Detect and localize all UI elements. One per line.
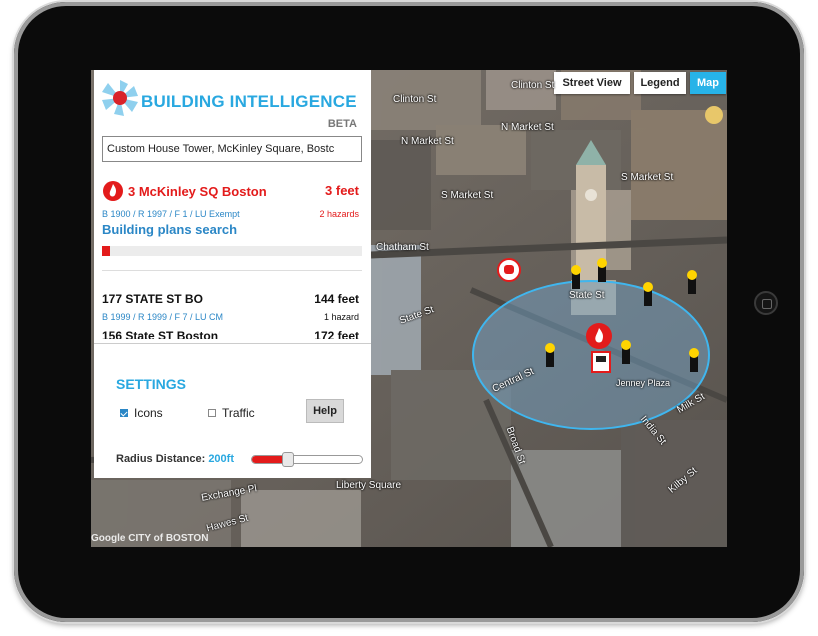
- icons-toggle[interactable]: Icons: [120, 406, 163, 420]
- pegman-icon[interactable]: [704, 105, 724, 125]
- plans-progress-bar: [102, 246, 362, 256]
- selected-building-address[interactable]: 3 McKinley SQ Boston: [128, 184, 267, 199]
- radius-value: 200ft: [208, 453, 234, 465]
- street-label: N Market St: [401, 136, 454, 147]
- result-address[interactable]: 156 State ST Boston: [102, 329, 218, 339]
- beta-badge: BETA: [327, 118, 357, 130]
- selected-building-meta: B 1900 / R 1997 / F 1 / LU Exempt: [102, 209, 240, 219]
- traffic-checkbox[interactable]: [208, 409, 216, 417]
- results-list[interactable]: 177 STATE ST BO 144 feet B 1999 / R 1999…: [94, 276, 371, 339]
- hydrant-icon[interactable]: [567, 265, 585, 291]
- result-distance: 144 feet: [314, 292, 359, 306]
- street-label: Clinton St: [511, 80, 555, 91]
- settings-panel: SETTINGS Icons Traffic Help Radius Dista…: [94, 343, 371, 478]
- street-label: S Market St: [441, 190, 494, 201]
- result-distance: 172 feet: [314, 329, 359, 339]
- address-search-input[interactable]: Custom House Tower, McKinley Square, Bos…: [102, 136, 362, 162]
- app-screen: Street View Legend Map Clinton St Clinto…: [91, 70, 727, 547]
- selected-building-distance: 3 feet: [325, 183, 359, 198]
- radius-label: Radius Distance: 200ft: [116, 453, 234, 465]
- hydrant-icon[interactable]: [617, 340, 635, 366]
- street-view-button[interactable]: Street View: [554, 72, 630, 94]
- gas-mask-icon[interactable]: [497, 258, 521, 282]
- result-hazards: 1 hazard: [323, 312, 359, 322]
- help-button[interactable]: Help: [306, 399, 344, 423]
- traffic-label: Traffic: [222, 406, 255, 420]
- radius-label-text: Radius Distance:: [116, 453, 206, 465]
- fire-icon: [103, 181, 123, 201]
- legend-button[interactable]: Legend: [634, 72, 686, 94]
- divider: [102, 270, 362, 271]
- selected-building-hazards[interactable]: 2 hazards: [319, 209, 359, 219]
- street-label: Chatham St: [376, 242, 429, 253]
- street-label: Jenney Plaza: [616, 378, 671, 388]
- hydrant-icon[interactable]: [685, 348, 703, 374]
- hydrant-icon[interactable]: [683, 270, 701, 296]
- radius-slider-thumb[interactable]: [282, 452, 295, 467]
- progress-marker: [107, 251, 110, 255]
- fire-station-icon[interactable]: [585, 322, 613, 350]
- info-panel: BUILDING INTELLIGENCE BETA Custom House …: [94, 70, 371, 343]
- street-label: N Market St: [501, 122, 554, 133]
- traffic-toggle[interactable]: Traffic: [208, 406, 255, 420]
- settings-title: SETTINGS: [116, 376, 187, 392]
- street-label: Clinton St: [393, 94, 437, 105]
- street-label: S Market St: [621, 172, 674, 183]
- hydrant-icon[interactable]: [639, 282, 657, 308]
- map-button[interactable]: Map: [690, 72, 726, 94]
- home-button[interactable]: [754, 291, 778, 315]
- electrical-panel-icon[interactable]: [591, 351, 611, 373]
- map-watermark: Google CITY of BOSTON: [91, 533, 209, 544]
- hydrant-icon[interactable]: [593, 258, 611, 284]
- icons-checkbox[interactable]: [120, 409, 128, 417]
- building-plans-link[interactable]: Building plans search: [102, 222, 237, 237]
- result-meta: B 1999 / R 1999 / F 7 / LU CM: [102, 312, 224, 322]
- icons-label: Icons: [134, 406, 163, 420]
- hydrant-icon[interactable]: [541, 343, 559, 369]
- logo-icon: [102, 80, 138, 116]
- street-label: State St: [569, 290, 605, 301]
- street-label: Liberty Square: [336, 480, 402, 491]
- result-address[interactable]: 177 STATE ST BO: [102, 292, 203, 306]
- app-title: BUILDING INTELLIGENCE: [141, 92, 357, 111]
- radius-slider[interactable]: [251, 452, 363, 467]
